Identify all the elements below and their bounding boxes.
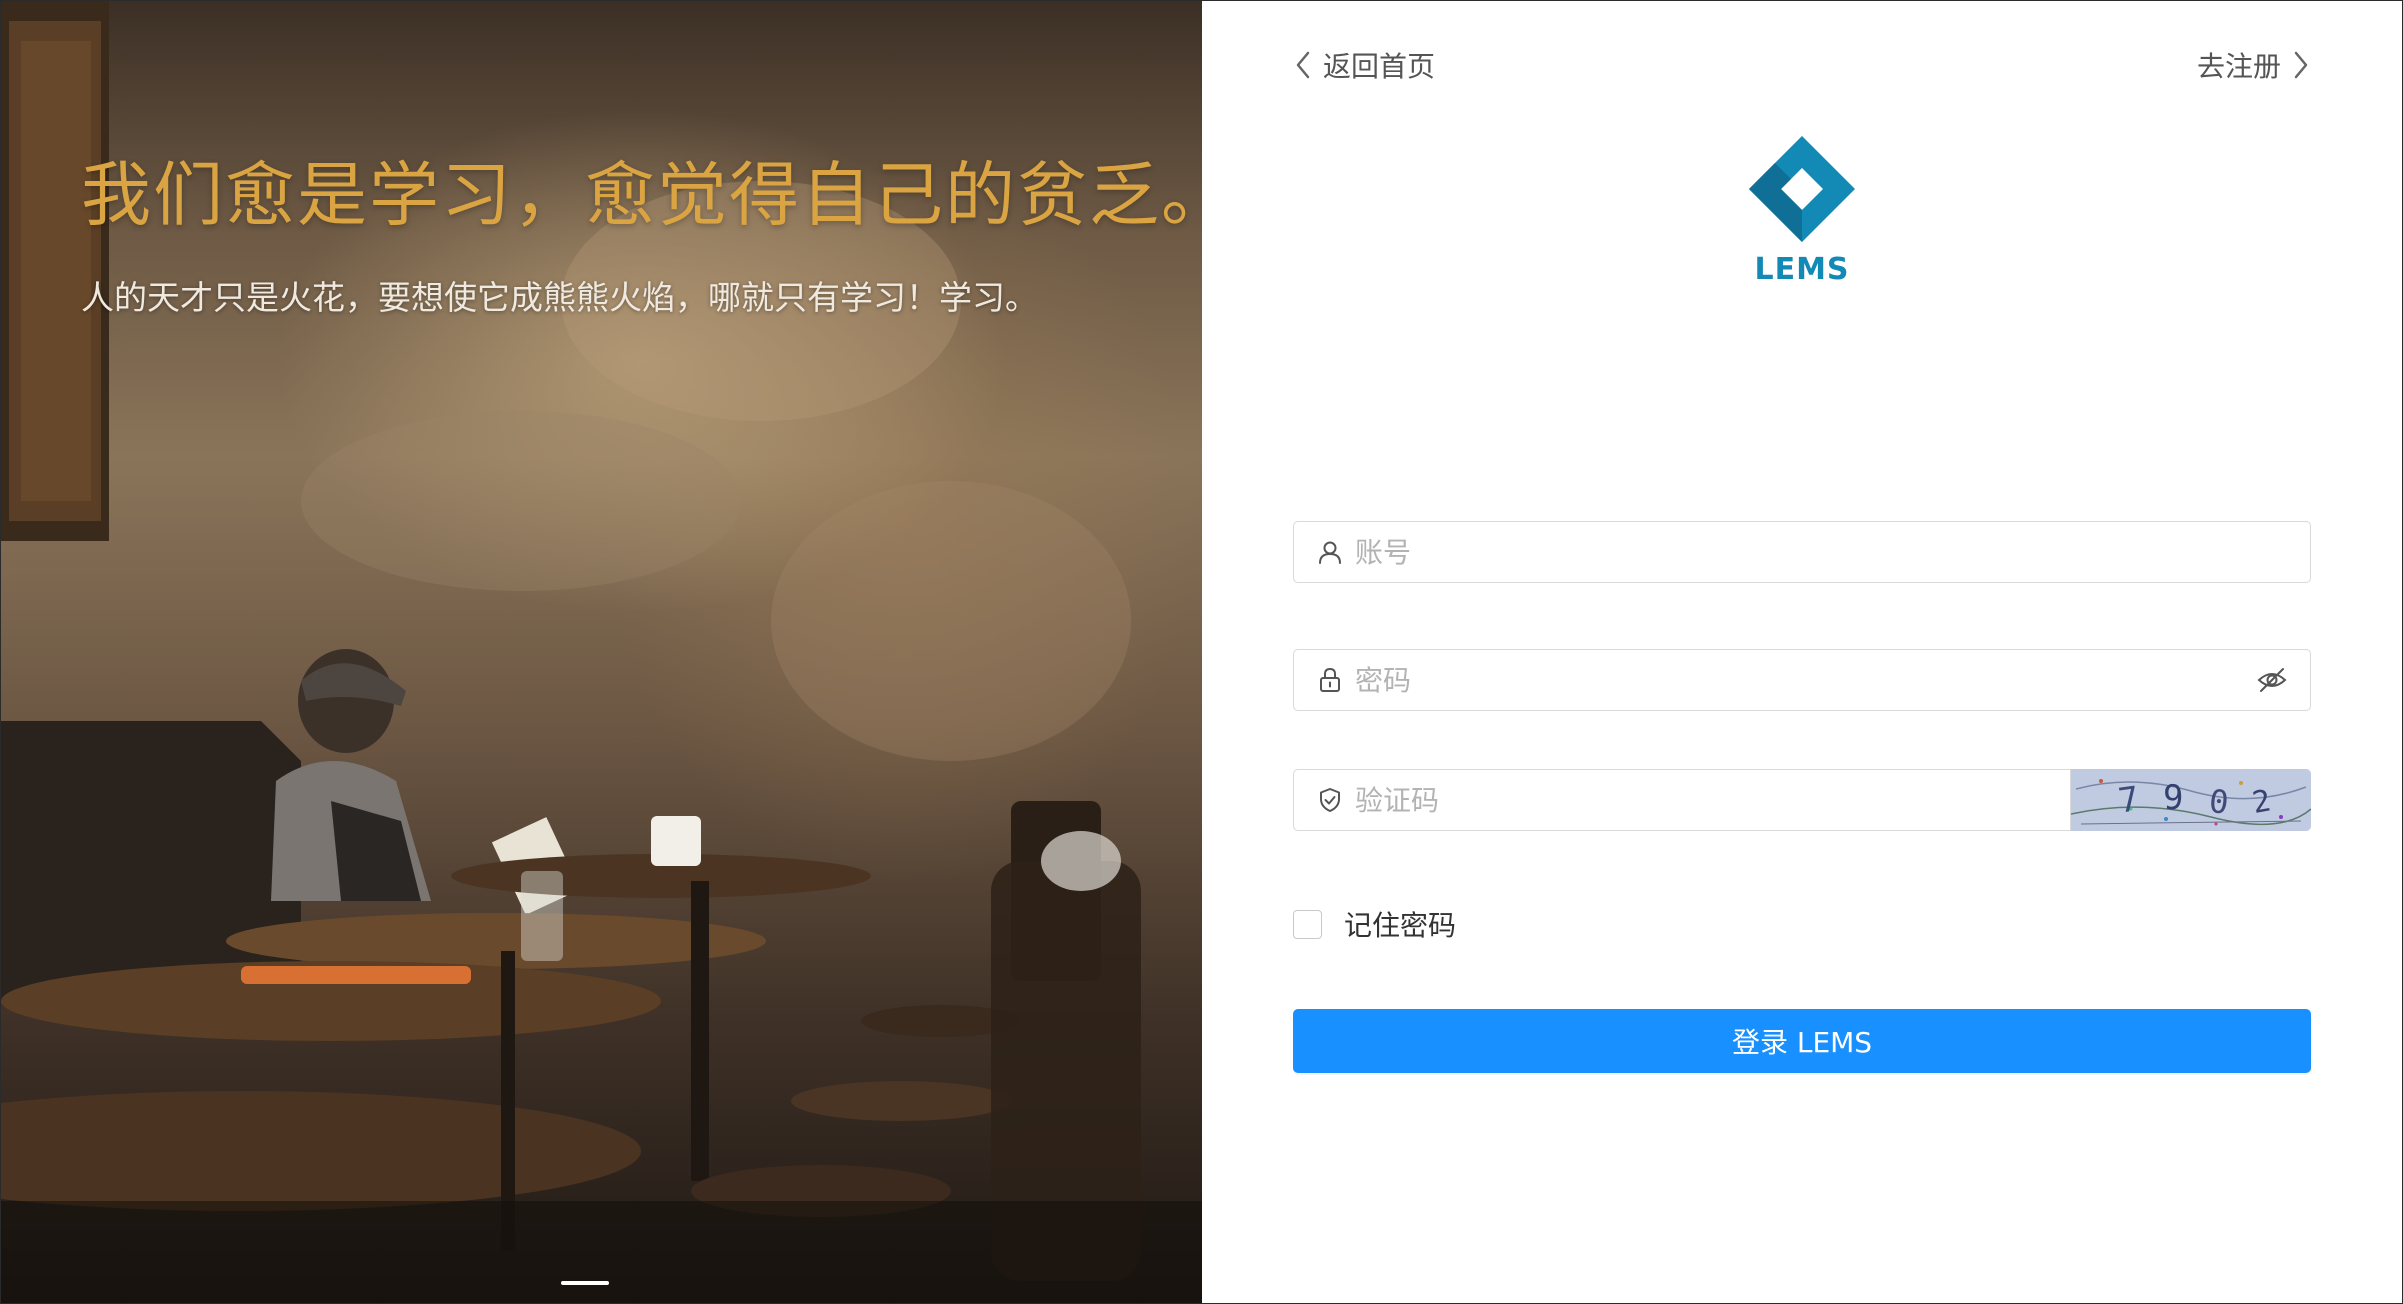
- register-label: 去注册: [2196, 50, 2281, 83]
- username-input[interactable]: [1355, 522, 2310, 582]
- captcha-field[interactable]: [1293, 769, 2071, 831]
- password-field[interactable]: [1293, 649, 2311, 711]
- diamond-logo-icon: [1749, 136, 1855, 242]
- svg-text:0: 0: [2207, 782, 2230, 822]
- hero-headline: 我们愈是学习，愈觉得自己的贫乏。: [81, 154, 1202, 236]
- remember-checkbox[interactable]: [1293, 909, 1322, 939]
- password-input[interactable]: [1355, 650, 2256, 710]
- carousel-indicator: [561, 1281, 609, 1285]
- username-field[interactable]: [1293, 521, 2311, 583]
- lock-icon: [1320, 667, 1340, 692]
- hero-panel: 我们愈是学习，愈觉得自己的贫乏。 人的天才只是火花，要想使它成熊熊火焰，哪就只有…: [1, 1, 1202, 1303]
- login-panel: 返回首页 去注册 LEMS 账号 验证码 7 9 0 2 记住密码 登录 LEM…: [1202, 1, 2402, 1303]
- captcha-input[interactable]: [1355, 770, 2070, 830]
- back-home-label: 返回首页: [1323, 50, 1436, 83]
- remember-password[interactable]: 记住密码: [1293, 904, 1456, 944]
- back-home-link[interactable]: 返回首页: [1293, 45, 1435, 85]
- chevron-left-icon: [1296, 51, 1310, 79]
- user-icon: [1319, 541, 1341, 564]
- brand-name: LEMS: [1754, 252, 1850, 287]
- register-link[interactable]: 去注册: [2197, 45, 2311, 85]
- captcha-image[interactable]: 7 9 0 2: [2071, 769, 2311, 831]
- login-button[interactable]: 登录 LEMS: [1293, 1009, 2311, 1073]
- eye-hidden-icon[interactable]: [2256, 664, 2288, 696]
- carousel-dot-active[interactable]: [561, 1281, 609, 1285]
- remember-label: 记住密码: [1344, 909, 1457, 942]
- svg-text:9: 9: [2163, 778, 2183, 818]
- captcha-picture: 7 9 0 2: [2071, 769, 2311, 831]
- hero-subline: 人的天才只是火花，要想使它成熊熊火焰，哪就只有学习！学习。: [81, 278, 1038, 317]
- brand-logo: LEMS: [1747, 134, 1857, 287]
- chevron-right-icon: [2294, 51, 2308, 79]
- shield-check-icon: [1320, 788, 1340, 812]
- login-page: 我们愈是学习，愈觉得自己的贫乏。 人的天才只是火花，要想使它成熊熊火焰，哪就只有…: [0, 0, 2403, 1304]
